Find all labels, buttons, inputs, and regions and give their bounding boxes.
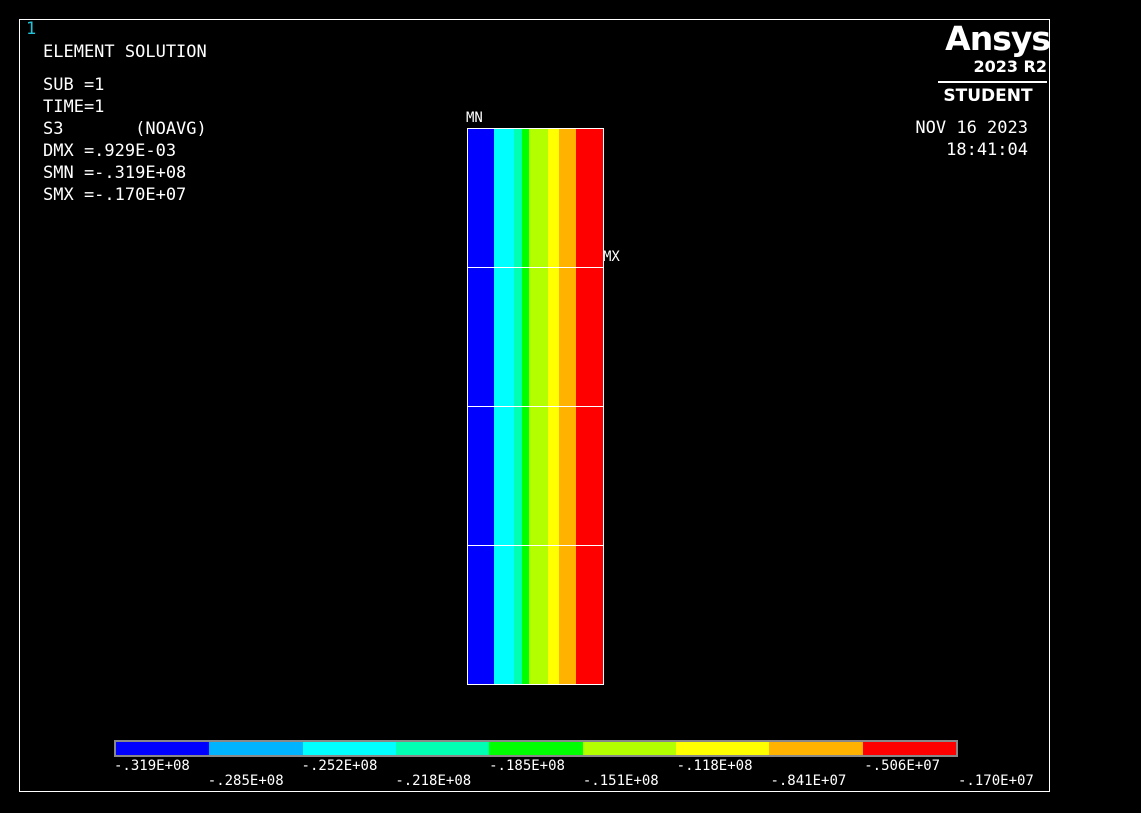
model-plot <box>467 128 604 685</box>
contour-legend <box>114 740 958 757</box>
legend-swatch <box>862 742 956 755</box>
legend-tick-label: -.118E+08 <box>676 758 753 774</box>
legend-swatch <box>675 742 770 755</box>
legend-swatch <box>582 742 676 755</box>
legend-tick-label: -.185E+08 <box>489 758 565 774</box>
legend-swatch <box>395 742 490 755</box>
legend-tick-label: -.252E+08 <box>301 758 378 774</box>
min-marker: MN <box>466 110 483 126</box>
legend-tick-label: -.170E+07 <box>958 773 1034 789</box>
max-marker: MX <box>603 249 620 265</box>
legend-tick-label: -.218E+08 <box>395 773 472 789</box>
legend-tick-label: -.841E+07 <box>770 773 847 789</box>
legend-swatch <box>209 742 303 755</box>
legend-swatch <box>116 742 210 755</box>
legend-swatch <box>769 742 863 755</box>
legend-tick-label: -.151E+08 <box>582 773 659 789</box>
legend-tick-label: -.506E+07 <box>864 758 941 774</box>
legend-tick-label: -.319E+08 <box>114 758 190 774</box>
legend-swatch <box>302 742 396 755</box>
legend-swatch <box>489 742 583 755</box>
legend-tick-label: -.285E+08 <box>207 773 284 789</box>
